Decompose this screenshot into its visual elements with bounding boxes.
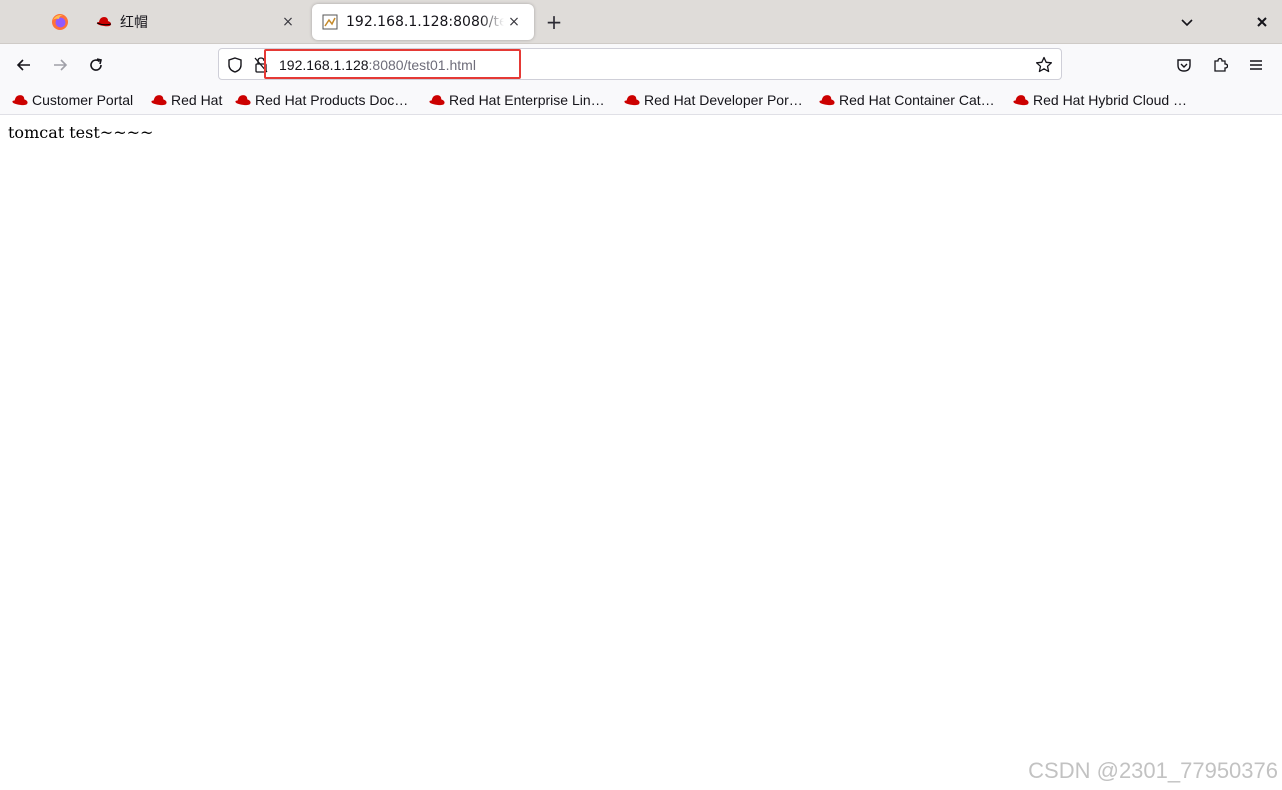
bookmark-products-docs[interactable]: Red Hat Products Doc…: [234, 90, 408, 110]
tab-close-button[interactable]: ×: [278, 12, 298, 32]
list-all-tabs-button[interactable]: [1175, 10, 1199, 34]
bookmark-label: Red Hat Products Doc…: [255, 92, 409, 108]
url-path: :8080/test01.html: [368, 57, 476, 73]
bookmark-developer-portal[interactable]: Red Hat Developer Por…: [623, 90, 803, 110]
tracking-protection-button[interactable]: [225, 55, 245, 75]
redhat-icon: [96, 14, 112, 30]
page-body-text: tomcat test~~~~: [8, 123, 154, 142]
insecure-lock-icon: [254, 57, 268, 73]
tab-test01[interactable]: 192.168.1.128:8080/test01.html ×: [312, 4, 534, 40]
address-bar[interactable]: 192.168.1.128:8080/test01.html: [218, 48, 1062, 80]
bookmark-customer-portal[interactable]: Customer Portal: [11, 90, 133, 110]
bookmark-star-button[interactable]: [1033, 54, 1055, 76]
navigation-toolbar: 192.168.1.128:8080/test01.html: [0, 44, 1282, 86]
reload-button[interactable]: [82, 51, 110, 79]
puzzle-icon: [1214, 57, 1228, 72]
bookmark-enterprise-linux[interactable]: Red Hat Enterprise Lin…: [428, 90, 605, 110]
bookmark-red-hat[interactable]: Red Hat: [150, 90, 222, 110]
pocket-icon: [1177, 59, 1191, 72]
chevron-down-icon: [1181, 19, 1193, 27]
arrow-left-icon: [16, 59, 30, 71]
pocket-button[interactable]: [1170, 51, 1198, 79]
redhat-icon: [623, 93, 641, 107]
csdn-watermark: CSDN @2301_77950376: [1028, 758, 1278, 783]
close-icon: [1257, 17, 1267, 27]
bookmark-label: Red Hat Enterprise Lin…: [449, 92, 605, 108]
bookmark-label: Red Hat Developer Por…: [644, 92, 803, 108]
tab-strip: 红帽 × 192.168.1.128:8080/test01.html × +: [0, 0, 1282, 44]
url-text[interactable]: 192.168.1.128:8080/test01.html: [279, 55, 476, 75]
redhat-icon: [818, 93, 836, 107]
bookmark-label: Red Hat: [171, 92, 223, 108]
bookmarks-toolbar: Customer Portal Red Hat Red Hat Products…: [0, 86, 1282, 115]
extensions-button[interactable]: [1206, 51, 1234, 79]
page-icon: [322, 14, 338, 30]
bookmark-label: Red Hat Container Cat…: [839, 92, 995, 108]
bookmark-container-catalog[interactable]: Red Hat Container Cat…: [818, 90, 995, 110]
firefox-icon: [52, 14, 68, 30]
window-close-button[interactable]: [1250, 10, 1274, 34]
redhat-icon: [1012, 93, 1030, 107]
redhat-icon: [234, 93, 252, 107]
forward-button[interactable]: [46, 51, 74, 79]
app-menu-button[interactable]: [1242, 51, 1270, 79]
redhat-icon: [11, 93, 29, 107]
redhat-icon: [428, 93, 446, 107]
shield-icon: [228, 57, 242, 73]
site-info-button[interactable]: [253, 55, 269, 75]
tab-title: 红帽: [120, 15, 148, 31]
tab-title: 192.168.1.128:8080/test01.html: [346, 14, 504, 30]
back-button[interactable]: [10, 51, 38, 79]
page-content: tomcat test~~~~ CSDN @2301_77950376: [0, 115, 1282, 790]
star-icon: [1035, 56, 1053, 73]
hamburger-menu-icon: [1250, 60, 1262, 70]
arrow-right-icon: [54, 59, 68, 71]
bookmark-label: Red Hat Hybrid Cloud …: [1033, 92, 1188, 108]
reload-icon: [90, 58, 102, 71]
tab-close-button[interactable]: ×: [504, 12, 524, 32]
new-tab-button[interactable]: +: [541, 9, 567, 35]
redhat-icon: [150, 93, 168, 107]
url-host: 192.168.1.128: [279, 57, 369, 73]
tab-redhat[interactable]: 红帽 ×: [86, 4, 308, 40]
bookmark-label: Customer Portal: [32, 92, 134, 108]
bookmark-hybrid-cloud[interactable]: Red Hat Hybrid Cloud …: [1012, 90, 1187, 110]
firefox-view-button[interactable]: [46, 8, 74, 36]
